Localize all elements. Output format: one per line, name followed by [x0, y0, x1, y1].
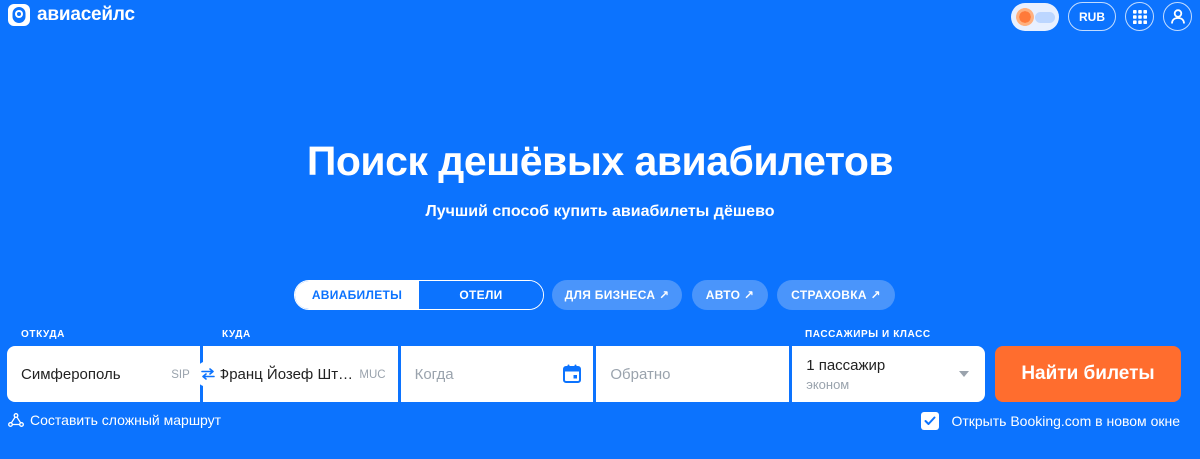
- travel-class: эконом: [806, 377, 850, 392]
- complex-route-label: Составить сложный маршрут: [30, 412, 222, 428]
- top-header: авиасейлс RUB: [0, 0, 1200, 34]
- page-subtitle: Лучший способ купить авиабилеты дёшево: [425, 203, 775, 220]
- logo-icon: [8, 4, 30, 26]
- swap-button[interactable]: [195, 361, 221, 387]
- complex-route-link[interactable]: Составить сложный маршрут: [8, 412, 221, 428]
- booking-option[interactable]: Открыть Booking.com в новом окне: [921, 412, 1180, 430]
- return-placeholder: Обратно: [610, 366, 671, 383]
- to-label: КУДА: [222, 329, 251, 340]
- depart-date-field[interactable]: Когда: [400, 346, 594, 402]
- from-iata: SIP: [171, 369, 190, 381]
- return-date-field[interactable]: Обратно: [596, 346, 790, 402]
- from-value: Симферополь: [21, 366, 121, 383]
- from-label: ОТКУДА: [21, 329, 65, 340]
- booking-checkbox[interactable]: [921, 412, 940, 430]
- calendar-icon[interactable]: [563, 364, 582, 383]
- to-iata: MUC: [359, 369, 386, 381]
- search-button[interactable]: Найти билеты: [995, 346, 1181, 402]
- apps-grid-icon: [1132, 9, 1147, 24]
- to-value: Франц Йозеф Шт…: [217, 366, 354, 383]
- passengers-field[interactable]: 1 пассажир эконом: [792, 346, 985, 402]
- tab-hotels[interactable]: ОТЕЛИ: [419, 281, 543, 309]
- tab-auto-link[interactable]: АВТО ↗: [692, 280, 768, 310]
- apps-grid-button[interactable]: [1125, 2, 1154, 31]
- swap-arrows-icon: [201, 368, 215, 380]
- currency-button[interactable]: RUB: [1068, 2, 1116, 31]
- checkmark-icon: [924, 416, 936, 425]
- booking-label: Открыть Booking.com в новом окне: [951, 413, 1180, 429]
- tab-business-link[interactable]: ДЛЯ БИЗНЕСА ↗: [552, 280, 682, 310]
- theme-toggle-icon[interactable]: [1011, 2, 1059, 31]
- logo-text: авиасейлс: [37, 4, 135, 25]
- sun-icon: [1016, 7, 1034, 26]
- logo[interactable]: авиасейлс: [7, 3, 135, 27]
- cloud-icon: [1035, 11, 1055, 23]
- main-tabs: АВИАБИЛЕТЫ ОТЕЛИ: [294, 280, 544, 310]
- search-form: Симферополь SIP Франц Йозеф Шт… MUC Когд…: [7, 346, 985, 402]
- page-title: Поиск дешёвых авиабилетов: [306, 138, 894, 184]
- depart-placeholder: Когда: [414, 366, 454, 383]
- to-field[interactable]: Франц Йозеф Шт… MUC: [202, 346, 398, 402]
- passengers-count: 1 пассажир: [806, 357, 886, 374]
- profile-button[interactable]: [1163, 2, 1192, 31]
- search-type-tabs: АВИАБИЛЕТЫ ОТЕЛИ ДЛЯ БИЗНЕСА ↗ АВТО ↗ СТ…: [294, 280, 895, 310]
- passengers-label: ПАССАЖИРЫ И КЛАСС: [805, 329, 931, 340]
- user-icon: [1170, 9, 1185, 24]
- tab-insurance-link[interactable]: СТРАХОВКА ↗: [777, 280, 895, 310]
- chevron-down-icon: [958, 371, 969, 377]
- from-field[interactable]: Симферополь SIP: [7, 346, 221, 402]
- route-icon: [8, 413, 24, 427]
- tab-flights[interactable]: АВИАБИЛЕТЫ: [295, 281, 419, 309]
